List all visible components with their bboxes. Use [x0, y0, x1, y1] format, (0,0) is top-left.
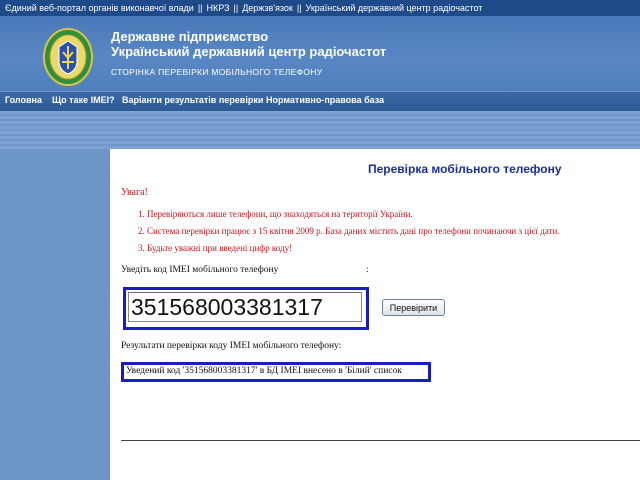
decorative-stripes: [0, 111, 640, 149]
warning-item: 3. Будьте уважні при введені цифр коду!: [138, 243, 293, 253]
warning-item: 2. Система перевірки працює з 15 квітня …: [138, 226, 560, 236]
warning-item: 1. Перевіряються лише телефони, що знахо…: [138, 209, 413, 219]
left-side-panel: [0, 149, 110, 480]
top-link-nkrz[interactable]: НКРЗ: [207, 0, 230, 16]
top-link-gov-portal[interactable]: Єдиний веб-портал органів виконавчої вла…: [0, 0, 194, 16]
imei-input[interactable]: [128, 292, 362, 322]
nav-item-what-is-imei[interactable]: Що таке IMEI?: [52, 95, 115, 105]
top-links-bar: Єдиний веб-портал органів виконавчої вла…: [0, 0, 640, 16]
page-subtitle: СТОРІНКА ПЕРЕВІРКИ МОБІЛЬНОГО ТЕЛЕФОНУ: [111, 67, 323, 77]
divider-line: [121, 440, 640, 441]
imei-label: Уведіть код IMEI мобільного телефону: [121, 265, 279, 275]
warning-heading: Увага!: [121, 187, 148, 198]
emblem-logo: [43, 28, 93, 86]
result-label: Результати перевірки коду IMEI мобільног…: [121, 341, 342, 351]
org-name-line2: Український державний центр радіочастот: [111, 44, 387, 59]
top-link-separator: ||: [233, 3, 239, 13]
main-nav: Головна Що таке IMEI? Варіанти результат…: [0, 91, 640, 111]
result-text: Уведений код '351568003381317' в БД IMEI…: [126, 366, 402, 376]
nav-item-legal-base[interactable]: Нормативно-правова база: [266, 95, 384, 105]
top-link-separator: ||: [296, 3, 302, 13]
top-link-derzhzviazok[interactable]: Держзв'язок: [242, 0, 293, 16]
nav-item-home[interactable]: Головна: [5, 95, 42, 105]
check-button[interactable]: Перевірити: [382, 299, 445, 316]
header-banner: Державне підприємство Український держав…: [0, 16, 640, 91]
imei-label-colon: :: [366, 265, 369, 275]
page-title: Перевірка мобільного телефону: [368, 162, 562, 176]
org-name-line1: Державне підприємство: [111, 29, 269, 44]
top-link-udcr[interactable]: Український державний центр радіочастот: [306, 0, 483, 16]
top-link-separator: ||: [197, 3, 203, 13]
nav-item-result-variants[interactable]: Варіанти результатів перевірки: [122, 95, 263, 105]
